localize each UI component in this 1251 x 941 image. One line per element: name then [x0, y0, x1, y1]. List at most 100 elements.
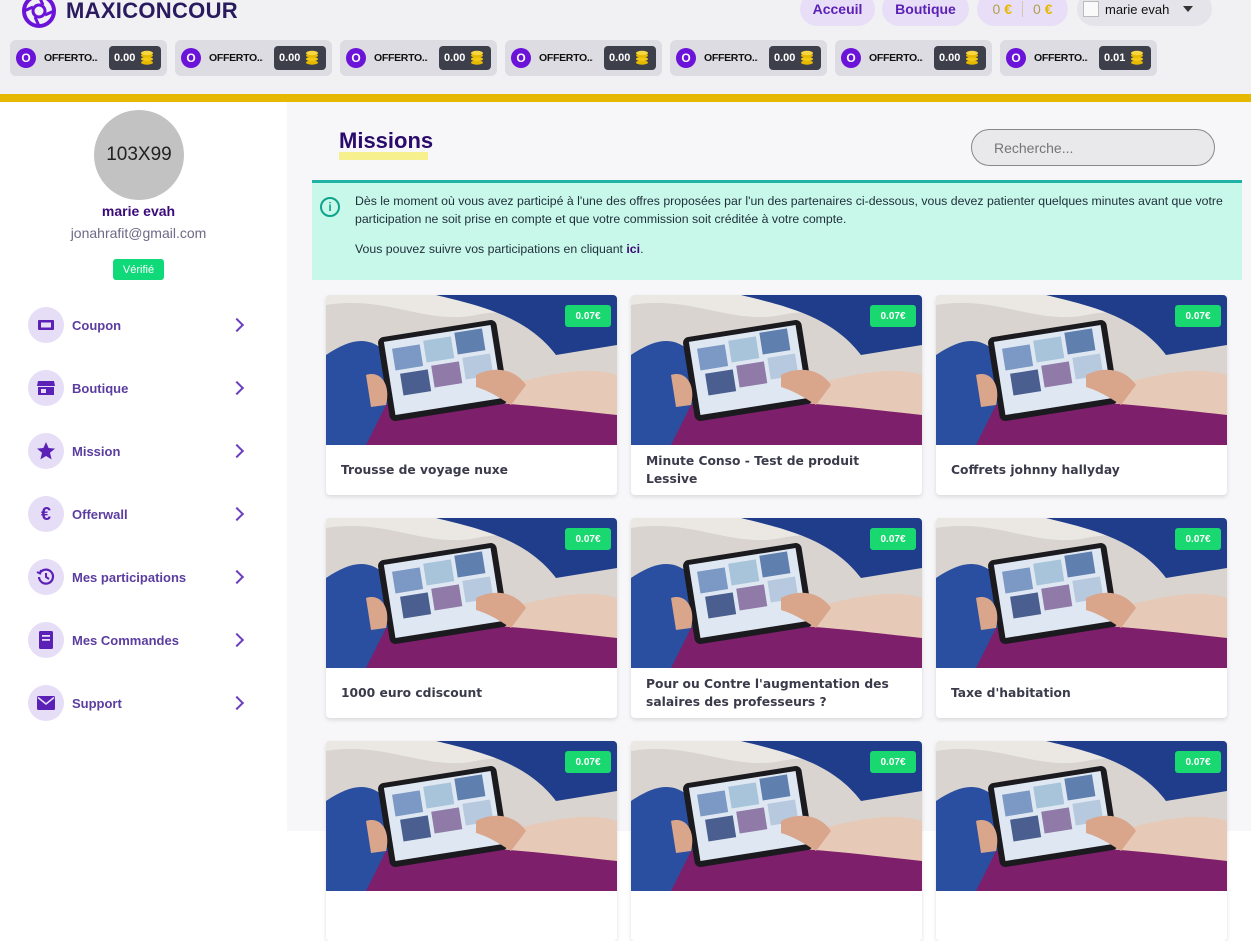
ticket-icon	[28, 307, 64, 343]
navbar-accent-line	[0, 94, 1251, 102]
chevron-right-icon	[229, 695, 245, 711]
mission-title: 1000 euro cdiscount	[341, 686, 483, 700]
offerwall-badge: O	[676, 48, 696, 68]
page-title: Missions	[339, 128, 434, 153]
offerwall-chip[interactable]: O OFFERTO... 0.01	[1000, 40, 1157, 76]
offerwall-strip: O OFFERTO... 0.00 O OFFERTO... 0.00 O OFFERTO..…	[10, 40, 1157, 76]
mission-card[interactable]: 0.07€ Trousse de voyage nuxe	[326, 295, 617, 495]
sidebar-item-boutique[interactable]: Boutique	[28, 369, 248, 407]
mission-card[interactable]: 0.07€ Taxe d'habitation	[936, 518, 1227, 718]
mission-title	[646, 891, 911, 941]
user-menu-dropdown[interactable]: marie evah	[1077, 0, 1212, 26]
reward-badge: 0.07€	[1175, 528, 1221, 550]
euro-icon: €	[28, 496, 64, 532]
mission-image: 0.07€	[936, 295, 1227, 445]
reward-badge: 0.07€	[870, 528, 916, 550]
user-avatar-broken-image-icon	[1083, 1, 1099, 17]
offerwall-value: 0.00	[439, 46, 491, 70]
offerwall-value: 0.00	[934, 46, 986, 70]
offerwall-value: 0.00	[604, 46, 656, 70]
sidebar-item-label: Boutique	[72, 380, 129, 396]
mission-image: 0.07€	[326, 741, 617, 891]
offerwall-chip[interactable]: O OFFERTO... 0.00	[670, 40, 827, 76]
offerwall-value-text: 0.00	[279, 52, 301, 64]
info-alert: i Dès le moment où vous avez participé à…	[312, 180, 1242, 280]
mission-card[interactable]: 0.07€	[326, 741, 617, 941]
offerwall-value: 0.00	[109, 46, 161, 70]
offerwall-value-text: 0.00	[609, 52, 631, 64]
mission-image: 0.07€	[326, 518, 617, 668]
offerwall-value-text: 0.01	[1104, 52, 1126, 64]
sidebar-item-commandes[interactable]: Mes Commandes	[28, 621, 248, 659]
offerwall-badge: O	[511, 48, 531, 68]
sidebar-item-support[interactable]: Support	[28, 684, 248, 722]
offerwall-chip[interactable]: O OFFERTO... 0.00	[340, 40, 497, 76]
mission-image: 0.07€	[936, 518, 1227, 668]
mission-card[interactable]: 0.07€ Minute Conso - Test de produit Less…	[631, 295, 922, 495]
mission-title: Trousse de voyage nuxe	[341, 463, 508, 477]
offerwall-name: OFFERTO...	[374, 52, 428, 64]
offerwall-value: 0.01	[1099, 46, 1151, 70]
offerwall-name: OFFERTO...	[704, 52, 758, 64]
store-icon	[28, 370, 64, 406]
sidebar-item-label: Coupon	[72, 317, 122, 333]
reward-badge: 0.07€	[1175, 305, 1221, 327]
mission-card[interactable]: 0.07€ Pour ou Contre l'augmentation des s…	[631, 518, 922, 718]
sidebar-item-label: Mes participations	[72, 569, 187, 585]
mission-card[interactable]: 0.07€ Coffrets johnny hallyday	[936, 295, 1227, 495]
chevron-right-icon	[229, 506, 245, 522]
info-icon: i	[320, 197, 340, 217]
chevron-right-icon	[229, 569, 245, 585]
balance-amount-1: 0 €	[992, 1, 1012, 17]
participations-link[interactable]: ici	[626, 242, 640, 256]
sidebar-item-participations[interactable]: Mes participations	[28, 558, 248, 596]
alert-follow-label: Vous pouvez suivre vos participations en…	[355, 242, 623, 256]
balance-amount-2: 0 €	[1033, 1, 1053, 17]
reward-badge: 0.07€	[565, 751, 611, 773]
star-icon	[28, 433, 64, 469]
mission-image: 0.07€	[326, 295, 617, 445]
history-icon	[28, 559, 64, 595]
coins-icon	[471, 50, 484, 65]
mission-title: Coffrets johnny hallyday	[951, 463, 1120, 477]
mission-card[interactable]: 0.07€ 1000 euro cdiscount	[326, 518, 617, 718]
offerwall-badge: O	[181, 48, 201, 68]
brand-logo[interactable]: MAXICONCOUR	[22, 0, 238, 28]
reward-badge: 0.07€	[870, 305, 916, 327]
nav-home-link[interactable]: Acceuil	[800, 0, 875, 26]
coins-icon	[306, 50, 319, 65]
coins-icon	[141, 50, 154, 65]
offerwall-value-text: 0.00	[774, 52, 796, 64]
offerwall-badge: O	[841, 48, 861, 68]
offerwall-chip[interactable]: O OFFERTO... 0.00	[10, 40, 167, 76]
mission-title	[341, 891, 606, 941]
offerwall-chip[interactable]: O OFFERTO... 0.00	[175, 40, 332, 76]
mission-title	[951, 891, 1216, 941]
search-input[interactable]	[971, 129, 1215, 166]
offerwall-name: OFFERTO...	[44, 52, 98, 64]
mission-image: 0.07€	[936, 741, 1227, 891]
balance-display: 0 € 0 €	[977, 0, 1068, 26]
sidebar-item-offerwall[interactable]: € Offerwall	[28, 495, 248, 533]
aperture-logo-icon	[22, 0, 56, 28]
mission-image: 0.07€	[631, 518, 922, 668]
verified-badge: Vérifié	[113, 259, 164, 280]
mission-title: Taxe d'habitation	[951, 686, 1071, 700]
alert-text: Dès le moment où vous avez participé à l…	[355, 194, 1223, 226]
offerwall-name: OFFERTO...	[1034, 52, 1088, 64]
user-menu-name: marie evah	[1105, 1, 1170, 17]
offerwall-name: OFFERTO...	[539, 52, 593, 64]
sidebar-item-mission[interactable]: Mission	[28, 432, 248, 470]
mission-card[interactable]: 0.07€	[631, 741, 922, 941]
chevron-down-icon	[1183, 6, 1194, 12]
offerwall-name: OFFERTO...	[209, 52, 263, 64]
offerwall-badge: O	[16, 48, 36, 68]
sidebar-item-coupon[interactable]: Coupon	[28, 306, 248, 344]
profile-name: marie evah	[101, 203, 176, 219]
mission-card[interactable]: 0.07€	[936, 741, 1227, 941]
avatar: 103X99	[94, 110, 184, 200]
offerwall-chip[interactable]: O OFFERTO... 0.00	[835, 40, 992, 76]
offerwall-value-text: 0.00	[114, 52, 136, 64]
nav-shop-link[interactable]: Boutique	[882, 0, 969, 26]
offerwall-chip[interactable]: O OFFERTO... 0.00	[505, 40, 662, 76]
